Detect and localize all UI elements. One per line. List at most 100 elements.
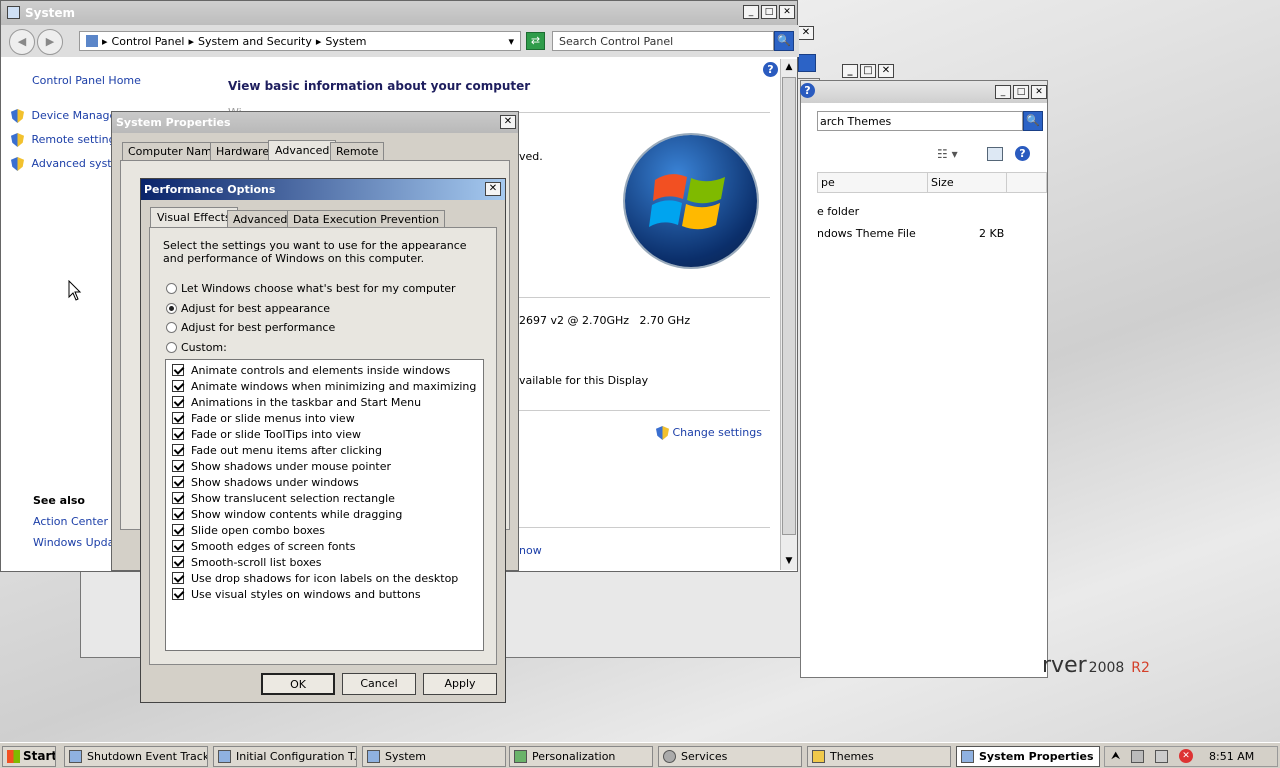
radio-button[interactable] [166, 283, 177, 294]
checkbox[interactable] [172, 444, 184, 456]
effect-checkbox[interactable]: Animate windows when minimizing and maxi… [172, 378, 477, 394]
bg-window-controls[interactable]: _ □ ✕ [842, 64, 894, 78]
system-close-button[interactable]: ✕ [779, 5, 795, 19]
checkbox[interactable] [172, 492, 184, 504]
checkbox[interactable] [172, 460, 184, 472]
breadcrumb-system[interactable]: System [325, 35, 366, 48]
checkbox[interactable] [172, 556, 184, 568]
bg-search-button[interactable] [798, 54, 816, 72]
system-minimize-button[interactable]: _ [743, 5, 759, 19]
checkbox[interactable] [172, 524, 184, 536]
effect-checkbox[interactable]: Show window contents while dragging [172, 506, 477, 522]
radio-button[interactable] [166, 342, 177, 353]
action-center-link[interactable]: Action Center [33, 515, 108, 528]
radio-best-performance[interactable]: Adjust for best performance [166, 321, 446, 335]
tab-advanced[interactable]: Advanced [268, 140, 337, 160]
themes-row-type[interactable]: e folder [817, 205, 859, 218]
taskbar-item-services[interactable]: Services [658, 746, 802, 767]
clock[interactable]: 8:51 AM [1209, 750, 1254, 763]
effect-checkbox[interactable]: Fade or slide ToolTips into view [172, 426, 477, 442]
effect-checkbox[interactable]: Show shadows under mouse pointer [172, 458, 477, 474]
checkbox[interactable] [172, 540, 184, 552]
breadcrumb-control-panel[interactable]: Control Panel [112, 35, 185, 48]
sysprops-close-button[interactable]: ✕ [500, 115, 516, 129]
sidebar-item-device-manager[interactable]: Device Manager [11, 109, 121, 123]
tab-dep[interactable]: Data Execution Prevention [287, 210, 446, 228]
effect-checkbox[interactable]: Show translucent selection rectangle [172, 490, 477, 506]
checkbox[interactable] [172, 396, 184, 408]
checkbox[interactable] [172, 412, 184, 424]
themes-maximize-button[interactable]: □ [1013, 85, 1029, 99]
themes-minimize-button[interactable]: _ [995, 85, 1011, 99]
system-maximize-button[interactable]: □ [761, 5, 777, 19]
taskbar-item-themes[interactable]: Themes [807, 746, 951, 767]
effects-list[interactable]: Animate controls and elements inside win… [165, 359, 484, 651]
taskbar-item-personalization[interactable]: Personalization [509, 746, 653, 767]
activate-now-fragment[interactable]: now [519, 544, 542, 557]
forward-button[interactable]: ▶ [37, 29, 63, 55]
back-button[interactable]: ◀ [9, 29, 35, 55]
network-icon[interactable] [1131, 750, 1144, 763]
breadcrumb-system-and-security[interactable]: System and Security [198, 35, 312, 48]
radio-button[interactable] [166, 303, 177, 314]
checkbox[interactable] [172, 380, 184, 392]
apply-button[interactable]: Apply [423, 673, 497, 695]
taskbar-item-initial-config[interactable]: Initial Configuration T... [213, 746, 357, 767]
chevron-down-icon[interactable]: ▾ [508, 35, 514, 48]
tray-expand-icon[interactable]: ⮝ [1111, 749, 1120, 763]
effect-checkbox[interactable]: Animations in the taskbar and Start Menu [172, 394, 477, 410]
scroll-up-arrow[interactable]: ▲ [781, 59, 797, 76]
breadcrumb[interactable]: ▸ Control Panel ▸ System and Security ▸ … [79, 31, 521, 51]
themes-search-input[interactable]: arch Themes [817, 111, 1023, 131]
effect-checkbox[interactable]: Slide open combo boxes [172, 522, 477, 538]
tab-perf-advanced[interactable]: Advanced [227, 210, 294, 228]
tab-hardware[interactable]: Hardware [210, 142, 276, 160]
checkbox[interactable] [172, 364, 184, 376]
sidebar-item-remote-settings[interactable]: Remote settings [11, 133, 121, 147]
effect-checkbox[interactable]: Fade or slide menus into view [172, 410, 477, 426]
radio-button[interactable] [166, 322, 177, 333]
themes-preview-icon[interactable] [987, 147, 1003, 161]
themes-row-type[interactable]: ndows Theme File [817, 227, 916, 240]
bg-help-icon[interactable]: ? [800, 83, 815, 98]
volume-icon[interactable]: ✕ [1179, 749, 1193, 763]
ok-button[interactable]: OK [261, 673, 335, 695]
radio-custom[interactable]: Custom: [166, 341, 446, 355]
effect-checkbox[interactable]: Smooth edges of screen fonts [172, 538, 477, 554]
effect-checkbox[interactable]: Animate controls and elements inside win… [172, 362, 477, 378]
effect-checkbox[interactable]: Use visual styles on windows and buttons [172, 586, 477, 602]
scroll-down-arrow[interactable]: ▼ [781, 553, 797, 570]
checkbox[interactable] [172, 476, 184, 488]
themes-help-icon[interactable]: ? [1015, 146, 1030, 161]
taskbar-item-system[interactable]: System [362, 746, 506, 767]
tab-remote[interactable]: Remote [330, 142, 385, 160]
checkbox[interactable] [172, 428, 184, 440]
cancel-button[interactable]: Cancel [342, 673, 416, 695]
checkbox[interactable] [172, 588, 184, 600]
scrollbar[interactable]: ▲ ▼ [780, 59, 797, 570]
tab-visual-effects[interactable]: Visual Effects [150, 207, 238, 227]
perf-close-button[interactable]: ✕ [485, 182, 501, 196]
checkbox[interactable] [172, 572, 184, 584]
themes-col-size[interactable]: Size [931, 176, 954, 189]
themes-search-button[interactable]: 🔍 [1023, 111, 1043, 131]
control-panel-home-link[interactable]: Control Panel Home [32, 74, 141, 87]
taskbar-item-system-properties[interactable]: System Properties [956, 746, 1100, 767]
radio-let-windows-choose[interactable]: Let Windows choose what's best for my co… [166, 282, 456, 296]
search-input[interactable]: Search Control Panel [552, 31, 774, 51]
change-settings-link[interactable]: Change settings [656, 426, 762, 440]
themes-close-button[interactable]: ✕ [1031, 85, 1047, 99]
checkbox[interactable] [172, 508, 184, 520]
taskbar-item-shutdown-tracker[interactable]: Shutdown Event Tracker [64, 746, 208, 767]
effect-checkbox[interactable]: Show shadows under windows [172, 474, 477, 490]
help-icon[interactable]: ? [763, 62, 778, 77]
refresh-button[interactable]: ⇄ [526, 32, 545, 50]
themes-col-type[interactable]: pe [821, 176, 835, 189]
start-button[interactable]: Start [2, 746, 56, 767]
search-button[interactable]: 🔍 [774, 31, 794, 51]
effect-checkbox[interactable]: Smooth-scroll list boxes [172, 554, 477, 570]
radio-best-appearance[interactable]: Adjust for best appearance [166, 302, 446, 316]
action-center-icon[interactable] [1155, 750, 1168, 763]
effect-checkbox[interactable]: Use drop shadows for icon labels on the … [172, 570, 477, 586]
themes-view-icon[interactable]: ☷ ▾ [937, 147, 958, 161]
